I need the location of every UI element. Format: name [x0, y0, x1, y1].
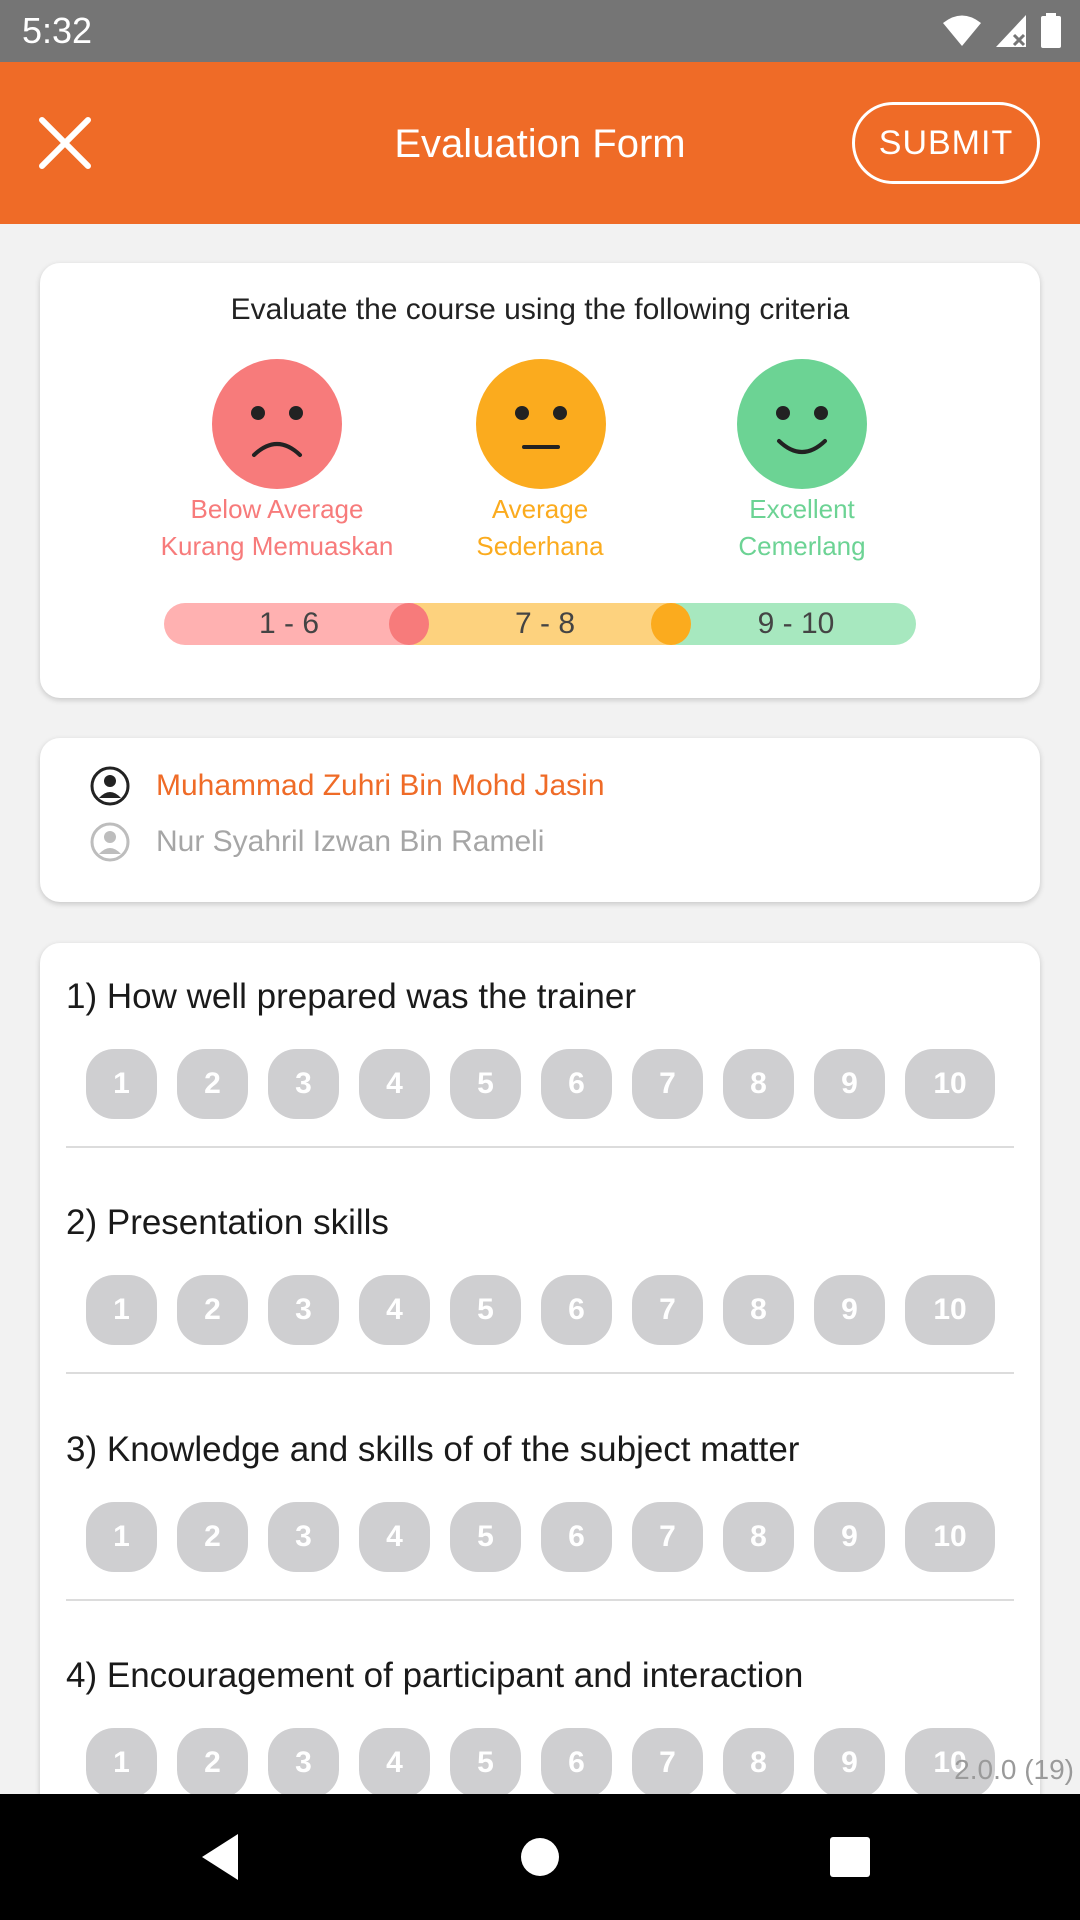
status-bar: 5:32 [0, 0, 1080, 62]
score-button[interactable]: 8 [723, 1728, 794, 1798]
score-options: 1 2 3 4 5 6 7 8 9 10 [86, 1728, 1016, 1798]
label-line: Excellent [749, 494, 855, 524]
divider [66, 1599, 1014, 1601]
score-button[interactable]: 2 [177, 1275, 248, 1345]
score-button[interactable]: 4 [359, 1502, 430, 1572]
label-line: Below Average [190, 494, 364, 524]
home-button[interactable] [507, 1824, 573, 1890]
recents-button[interactable] [817, 1824, 883, 1890]
trainer-option[interactable]: Nur Syahril Izwan Bin Rameli [90, 820, 544, 864]
person-icon [90, 766, 130, 806]
divider [66, 1372, 1014, 1374]
score-button[interactable]: 1 [86, 1049, 157, 1119]
score-button[interactable]: 7 [632, 1502, 703, 1572]
score-button[interactable]: 6 [541, 1728, 612, 1798]
trainer-name: Muhammad Zuhri Bin Mohd Jasin [156, 769, 605, 802]
wifi-icon [943, 15, 981, 46]
score-button[interactable]: 1 [86, 1502, 157, 1572]
version-label: 2.0.0 (19) [954, 1754, 1074, 1785]
score-button[interactable]: 3 [268, 1728, 339, 1798]
score-button[interactable]: 5 [450, 1502, 521, 1572]
score-button[interactable]: 9 [814, 1049, 885, 1119]
score-button[interactable]: 5 [450, 1049, 521, 1119]
question-text: 2) Presentation skills [66, 1203, 389, 1242]
criteria-title: Evaluate the course using the following … [230, 293, 850, 326]
criteria-card: Evaluate the course using the following … [40, 263, 1040, 698]
score-button[interactable]: 9 [814, 1502, 885, 1572]
home-icon [521, 1838, 559, 1876]
label-line: Sederhana [476, 531, 604, 561]
score-button[interactable]: 2 [177, 1049, 248, 1119]
trainer-name: Nur Syahril Izwan Bin Rameli [156, 825, 545, 858]
happy-face-icon [737, 359, 867, 489]
status-time: 5:32 [22, 10, 93, 51]
score-button[interactable]: 5 [450, 1275, 521, 1345]
score-button[interactable]: 5 [450, 1728, 521, 1798]
score-button[interactable]: 4 [359, 1275, 430, 1345]
score-options: 1 2 3 4 5 6 7 8 9 10 [86, 1275, 1016, 1345]
criteria-label-average: Average Sederhana [390, 491, 690, 565]
score-button[interactable]: 4 [359, 1049, 430, 1119]
question-item: 1) How well prepared was the trainer 123… [66, 976, 1014, 1148]
back-icon [202, 1834, 238, 1880]
score-button[interactable]: 1 [86, 1275, 157, 1345]
range-marker-orange [651, 603, 691, 645]
score-range-bar: 1 - 6 7 - 8 9 - 10 [164, 603, 916, 645]
question-text: 1) How well prepared was the trainer [66, 977, 636, 1016]
score-button[interactable]: 7 [632, 1275, 703, 1345]
score-button[interactable]: 8 [723, 1502, 794, 1572]
range-average: 7 - 8 [414, 603, 676, 645]
neutral-face-icon [476, 359, 606, 489]
questions-card: 1) How well prepared was the trainer 123… [40, 943, 1040, 1920]
score-button[interactable]: 10 [905, 1275, 995, 1345]
range-marker-red [389, 603, 429, 645]
question-item: 2) Presentation skills 1 2 3 4 5 6 7 8 9 10 [66, 1202, 1014, 1374]
score-button[interactable]: 6 [541, 1275, 612, 1345]
score-button[interactable]: 8 [723, 1049, 794, 1119]
score-options: 1 2 3 4 5 6 7 8 9 10 [86, 1049, 1016, 1119]
score-button[interactable]: 2 [177, 1502, 248, 1572]
score-button[interactable]: 4 [359, 1728, 430, 1798]
divider [66, 1146, 1014, 1148]
question-item: 3) Knowledge and skills of of the subjec… [66, 1429, 1014, 1601]
range-excellent: 9 - 10 [676, 603, 916, 645]
criteria-label-excellent: Excellent Cemerlang [652, 491, 952, 565]
score-button[interactable]: 6 [541, 1049, 612, 1119]
trainer-card: Muhammad Zuhri Bin Mohd Jasin Nur Syahri… [40, 738, 1040, 902]
back-button[interactable] [192, 1824, 258, 1890]
score-button[interactable]: 9 [814, 1728, 885, 1798]
trainer-option[interactable]: Muhammad Zuhri Bin Mohd Jasin [90, 764, 605, 808]
score-button[interactable]: 3 [268, 1049, 339, 1119]
label-line: Kurang Memuaskan [160, 531, 394, 561]
score-button[interactable]: 1 [86, 1728, 157, 1798]
app-bar: Evaluation Form SUBMIT [0, 62, 1080, 224]
score-button[interactable]: 10 [905, 1502, 995, 1572]
label-line: Cemerlang [738, 531, 866, 561]
signal-icon [996, 15, 1026, 47]
range-below-average: 1 - 6 [164, 603, 414, 645]
person-icon [90, 822, 130, 862]
score-button[interactable]: 6 [541, 1502, 612, 1572]
score-options: 1 2 3 4 5 6 7 8 9 10 [86, 1502, 1016, 1572]
question-text: 3) Knowledge and skills of of the subjec… [66, 1430, 800, 1469]
score-button[interactable]: 7 [632, 1728, 703, 1798]
label-line: Average [491, 494, 589, 524]
recents-icon [830, 1837, 870, 1877]
score-button[interactable]: 7 [632, 1049, 703, 1119]
score-button[interactable]: 3 [268, 1275, 339, 1345]
score-button[interactable]: 9 [814, 1275, 885, 1345]
question-text: 4) Encouragement of participant and inte… [66, 1656, 804, 1695]
battery-icon [1041, 13, 1061, 48]
submit-button[interactable]: SUBMIT [852, 102, 1040, 184]
score-button[interactable]: 2 [177, 1728, 248, 1798]
score-button[interactable]: 3 [268, 1502, 339, 1572]
criteria-label-below-average: Below Average Kurang Memuaskan [127, 491, 427, 565]
sad-face-icon [212, 359, 342, 489]
score-button[interactable]: 10 [905, 1049, 995, 1119]
score-button[interactable]: 8 [723, 1275, 794, 1345]
question-item: 4) Encouragement of participant and inte… [66, 1655, 1014, 1798]
navigation-bar [0, 1794, 1080, 1920]
status-icons [942, 12, 1062, 50]
